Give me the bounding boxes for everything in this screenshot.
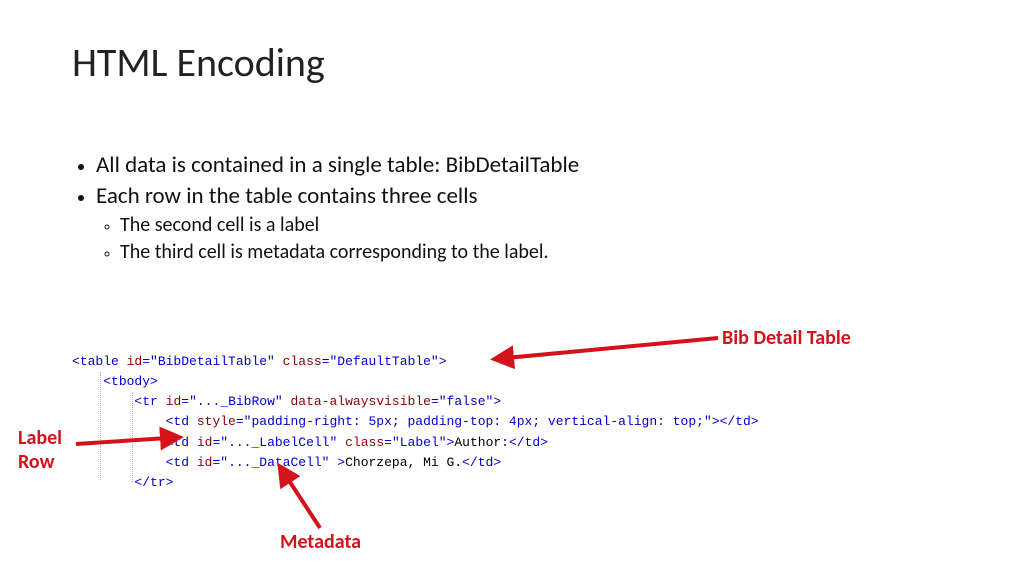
callout-labelrow-line2: Row (18, 450, 55, 474)
bullet-1: All data is contained in a single table:… (96, 150, 579, 181)
bullet-2b: The third cell is metadata corresponding… (120, 239, 579, 266)
bullet-2: Each row in the table contains three cel… (96, 181, 579, 266)
callout-metadata: Metadata (280, 530, 361, 554)
code-snippet: <table id="BibDetailTable" class="Defaul… (72, 352, 759, 493)
bullet-list: All data is contained in a single table:… (72, 150, 579, 266)
slide-title: HTML Encoding (72, 38, 325, 87)
callout-labelrow-line1: Label (18, 426, 62, 450)
bullet-2a: The second cell is a label (120, 212, 579, 239)
callout-bibtable: Bib Detail Table (722, 326, 851, 350)
